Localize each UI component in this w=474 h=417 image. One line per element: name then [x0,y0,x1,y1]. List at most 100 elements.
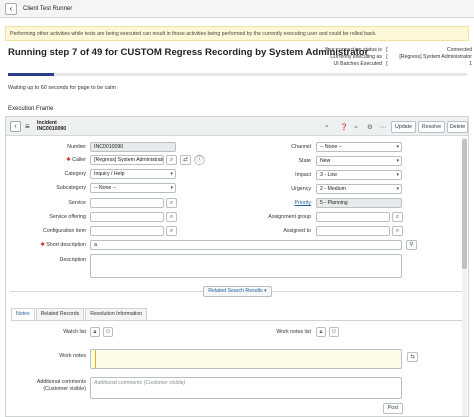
connection-status: Your connection status is [ Connected Cu… [316,47,472,68]
short-description-label: ✱ Short description [26,242,86,248]
caller-lookup-icon[interactable]: ⌕ [166,155,177,165]
channel-label: Channel [291,144,311,150]
chevron-down-icon: ▾ [264,288,267,294]
work-notes-marker [95,350,96,368]
watch-list-lock-icon[interactable]: 🔒︎ [90,327,100,337]
assignment-group-lookup-icon[interactable]: ⌕ [392,212,403,222]
configuration-item-lookup-icon[interactable]: ⌕ [166,226,177,236]
state-label: State [298,158,311,164]
scrollbar-thumb[interactable] [462,139,467,269]
chevron-down-icon: ▾ [170,185,173,191]
assigned-to-label: Assigned to [283,228,311,234]
progress-bar [8,73,467,76]
work-notes-list-lock-icon[interactable]: 🔒︎ [316,327,326,337]
update-button[interactable]: Update [391,121,416,133]
priority-field: 5 - Planning [316,198,402,208]
description-label: Description [59,257,87,263]
tab-related-records[interactable]: Related Records [35,308,85,320]
configuration-item-label: Configuration item [43,228,86,234]
context-menu-icon[interactable]: ≡ [25,122,30,131]
configuration-item-field[interactable] [90,226,164,236]
form-tabs: Notes Related Records Resolution Informa… [11,308,148,320]
chevron-down-icon: ▾ [396,144,399,150]
service-offering-field[interactable] [90,212,164,222]
work-notes-list-add-me-icon[interactable]: ⚇ [329,327,339,337]
execution-frame-label: Execution Frame [8,106,54,112]
number-field[interactable]: INC0010090 [90,142,176,152]
priority-label[interactable]: Priority [256,200,311,206]
impact-value: 3 - Low [320,172,338,178]
record-number: INC0010090 [37,126,67,132]
back-button[interactable]: ‹ [5,2,17,15]
connection-value: Connected [446,47,472,53]
work-notes-toggle-icon[interactable]: ⇆ [407,352,418,362]
attachment-icon[interactable]: ⌕ [325,123,329,131]
category-value: Inquiry / Help [94,171,125,177]
assigned-to-field[interactable] [316,226,390,236]
state-select[interactable]: New ▾ [316,156,402,166]
post-button[interactable]: Post [383,403,403,414]
work-notes-field[interactable] [90,349,402,369]
service-offering-lookup-icon[interactable]: ⌕ [166,212,177,222]
assigned-to-lookup-icon[interactable]: ⌕ [392,226,403,236]
channel-select[interactable]: -- None -- ▾ [316,142,402,152]
related-search-button[interactable]: Related Search Results ▾ [203,286,272,297]
service-lookup-icon[interactable]: ⌕ [166,198,177,208]
chevron-down-icon: ▾ [170,171,173,177]
customer-visible-label: (Customer visible) [43,386,86,392]
progress-fill [8,73,54,76]
impact-label: Impact [295,172,311,178]
help-icon[interactable]: ❓ [340,123,348,131]
form-header: ‹ ≡ Incident INC0010090 ⌕ ❓ ⌁ ⚙ ⋯ Update… [6,117,468,136]
suggestion-icon[interactable]: ⚲ [406,240,417,250]
delete-button[interactable]: Delete [447,121,468,133]
ui-batches-label: UI Batches Executed [333,61,382,67]
additional-comments-placeholder: Additional comments (Customer visible) [94,380,186,386]
urgency-select[interactable]: 2 - Medium ▾ [316,184,402,194]
tab-resolution-information[interactable]: Resolution Information [85,308,148,320]
category-select[interactable]: Inquiry / Help ▾ [90,169,176,179]
subcategory-value: -- None -- [94,185,117,191]
page-title: Client Test Runner [23,5,73,12]
state-value: New [320,158,331,164]
resolve-button[interactable]: Resolve [418,121,445,133]
caller-related-icon[interactable]: ⇄ [180,155,191,165]
additional-comments-label: Additional comments [36,379,86,385]
form-back-button[interactable]: ‹ [10,121,21,132]
activity-icon[interactable]: ⌁ [354,123,358,131]
test-runner-header: ‹ Client Test Runner [0,0,474,18]
additional-comments-field[interactable]: Additional comments (Customer visible) [90,377,402,399]
executing-as-value: [Regress] System Administrator [399,54,472,60]
execution-frame: ‹ ≡ Incident INC0010090 ⌕ ❓ ⌁ ⚙ ⋯ Update… [5,116,469,417]
channel-value: -- None -- [320,144,343,150]
run-status-title: Running step 7 of 49 for CUSTOM Regress … [8,47,369,58]
subcategory-select[interactable]: -- None -- ▾ [90,183,176,193]
connection-label: Your connection status is [324,47,382,53]
description-field[interactable] [90,254,402,278]
service-field[interactable] [90,198,164,208]
watch-list-add-me-icon[interactable]: ⚇ [103,327,113,337]
warning-banner: Performing other activities while tests … [5,26,469,41]
work-notes-label: Work notes [59,353,86,359]
chevron-down-icon: ▾ [396,158,399,164]
number-label: Number [67,144,86,150]
chevron-down-icon: ▾ [396,186,399,192]
impact-select[interactable]: 3 - Low ▾ [316,170,402,180]
connection-row: Your connection status is [ Connected [316,47,472,54]
urgency-value: 2 - Medium [320,186,346,192]
short-description-field[interactable]: a [90,240,402,250]
ui-batches-value: 1 [469,61,472,67]
related-search-label: Related Search Results [208,288,263,294]
more-options-icon[interactable]: ⋯ [380,123,387,131]
mandatory-icon: ✱ [66,157,71,163]
tab-notes[interactable]: Notes [11,308,35,320]
caller-field[interactable]: [Regress] System Administrato [90,155,164,165]
chevron-down-icon: ▾ [396,172,399,178]
caller-info-icon[interactable]: ⓘ [194,155,205,165]
short-description-label-text: Short description [46,242,86,248]
category-label: Category [64,171,87,177]
assignment-group-field[interactable] [316,212,390,222]
settings-icon[interactable]: ⚙ [367,123,373,131]
caller-label: ✱ Caller [26,157,86,163]
assignment-group-label: Assignment group [268,214,311,220]
